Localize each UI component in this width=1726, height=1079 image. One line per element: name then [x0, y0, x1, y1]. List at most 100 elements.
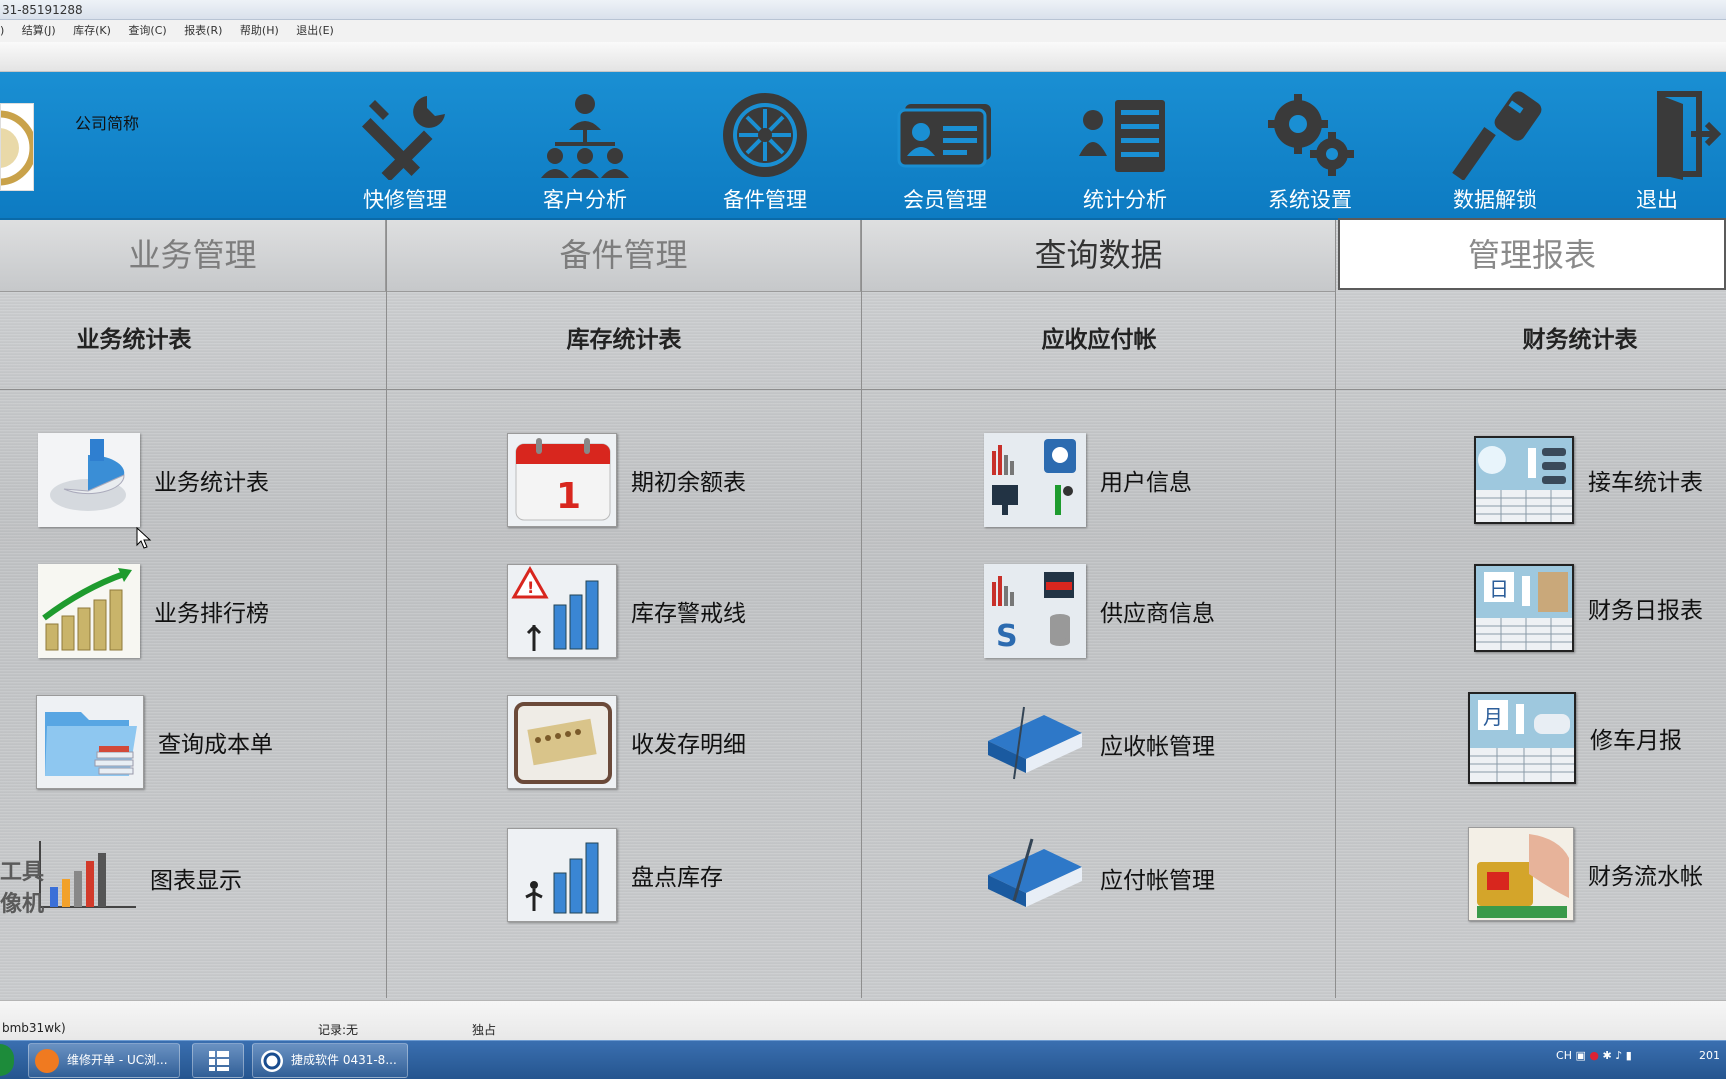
- menu-item-query[interactable]: 查询(C): [128, 20, 166, 42]
- report-item-label: 收发存明细: [631, 732, 746, 758]
- pie-chart-3d-icon: [38, 433, 140, 527]
- calendar-icon: 1: [507, 433, 617, 527]
- report-item-label: 盘点库存: [631, 865, 723, 891]
- tray-network-icon[interactable]: ▣: [1576, 1049, 1586, 1062]
- menu-item-fragment[interactable]: ): [0, 20, 4, 42]
- menu-item-reports[interactable]: 报表(R): [184, 20, 222, 42]
- warning-bars-icon: !: [507, 564, 617, 658]
- taskbar-item-label: 捷成软件 0431-8...: [291, 1053, 397, 1067]
- nav-data-unlock-button[interactable]: 数据解锁: [1430, 90, 1560, 212]
- svg-text:!: !: [527, 578, 534, 597]
- report-item-user-info[interactable]: 用户信息: [984, 432, 1192, 528]
- tab-parts-management[interactable]: 备件管理: [387, 220, 861, 292]
- nav-statistics-button[interactable]: 统计分析: [1060, 90, 1190, 212]
- window-title-bar: 31-85191288: [0, 0, 1726, 20]
- user-info-icon: [984, 433, 1086, 527]
- abacus-icon: [507, 695, 617, 789]
- status-bar: bmb31wk) 记录:无 独占: [0, 1000, 1726, 1040]
- report-item-label: 期初余额表: [631, 470, 746, 496]
- svg-text:S: S: [996, 619, 1018, 654]
- report-item-label: 财务流水帐: [1588, 864, 1703, 890]
- tray-clock[interactable]: 201: [1699, 1049, 1720, 1062]
- jiecheng-logo-icon: [261, 1050, 283, 1072]
- nav-exit-button[interactable]: 退出: [1612, 90, 1726, 212]
- bar-chart-icon: 工具 像机: [0, 831, 140, 925]
- folder-documents-icon: [36, 695, 144, 789]
- list-stats-icon: [1079, 100, 1165, 172]
- tab-query-data[interactable]: 查询数据: [862, 220, 1336, 292]
- report-item-label: 供应商信息: [1100, 601, 1215, 627]
- system-tray: CH ▣ ● ✱ ♪ ▮ 201: [1556, 1049, 1720, 1062]
- report-item-label: 查询成本单: [158, 732, 273, 758]
- report-item-supplier-info[interactable]: S 供应商信息: [984, 563, 1215, 659]
- report-item-stocktaking[interactable]: 盘点库存: [507, 827, 723, 923]
- mouse-cursor-icon: [136, 527, 152, 549]
- report-item-business-stats[interactable]: 业务统计表: [38, 432, 269, 528]
- report-item-label: 业务排行榜: [154, 601, 269, 627]
- report-item-car-reception[interactable]: 接车统计表: [1474, 432, 1703, 528]
- tab-business-management[interactable]: 业务管理: [0, 220, 386, 292]
- tray-shield-icon[interactable]: ●: [1589, 1049, 1599, 1062]
- grid-app-icon: [209, 1051, 229, 1071]
- status-record: 记录:无: [318, 1023, 359, 1037]
- nav-quick-repair-button[interactable]: 快修管理: [340, 90, 470, 212]
- report-item-label: 图表显示: [150, 868, 242, 894]
- report-item-finance-daily[interactable]: 日 财务日报表: [1474, 560, 1703, 656]
- taskbar-item-browser[interactable]: 维修开单 - UC浏...: [28, 1043, 180, 1078]
- nav-member-management-button[interactable]: 会员管理: [880, 90, 1010, 212]
- car-report-icon: [1474, 436, 1574, 524]
- status-database: bmb31wk): [2, 1021, 66, 1035]
- report-item-business-ranking[interactable]: 业务排行榜: [38, 563, 269, 659]
- company-short-name: 公司简称: [75, 114, 140, 133]
- key-icon: [1452, 91, 1542, 180]
- column-heading-finance: 财务统计表: [1522, 327, 1638, 353]
- watermark-text-2: 像机: [0, 891, 44, 917]
- tray-volume-icon[interactable]: ♪: [1615, 1049, 1622, 1062]
- menu-item-exit[interactable]: 退出(E): [296, 20, 334, 42]
- report-item-chart-display[interactable]: 工具 像机 图表显示: [0, 830, 242, 926]
- toolbar-strip: [0, 42, 1726, 72]
- report-item-label: 用户信息: [1100, 470, 1192, 496]
- report-item-receivables[interactable]: 应收帐管理: [984, 696, 1215, 792]
- blue-book-icon: [984, 697, 1086, 791]
- tray-language[interactable]: CH: [1556, 1049, 1572, 1062]
- nav-system-settings-button[interactable]: 系统设置: [1245, 90, 1375, 212]
- report-item-finance-journal[interactable]: 财务流水帐: [1468, 826, 1703, 922]
- nav-exit-label: 退出: [1636, 188, 1678, 212]
- report-item-repair-monthly[interactable]: 月 修车月报: [1468, 690, 1682, 786]
- nav-parts-management-button[interactable]: 备件管理: [700, 90, 830, 212]
- watermark-text-1: 工具: [0, 860, 44, 885]
- menu-item-help[interactable]: 帮助(H): [240, 20, 279, 42]
- nav-customer-analysis-button[interactable]: 客户分析: [520, 90, 650, 212]
- report-item-stock-warning[interactable]: ! 库存警戒线: [507, 563, 746, 659]
- report-item-cost-query[interactable]: 查询成本单: [36, 694, 273, 790]
- tray-bluetooth-icon[interactable]: ✱: [1603, 1049, 1612, 1062]
- org-chart-icon: [541, 94, 629, 178]
- report-item-stock-flow-detail[interactable]: 收发存明细: [507, 694, 746, 790]
- tray-icons: ▣ ● ✱ ♪ ▮: [1576, 1049, 1696, 1062]
- nav-parts-management-label: 备件管理: [723, 188, 807, 212]
- column-heading-receivables: 应收应付帐: [1041, 327, 1157, 353]
- menu-item-inventory[interactable]: 库存(K): [73, 20, 111, 42]
- report-item-label: 修车月报: [1590, 728, 1682, 754]
- taskbar-item-jiecheng-software[interactable]: 捷成软件 0431-8...: [252, 1043, 408, 1078]
- svg-text:1: 1: [556, 476, 581, 517]
- svg-text:月: 月: [1483, 705, 1503, 729]
- tray-signal-icon[interactable]: ▮: [1626, 1049, 1632, 1062]
- report-item-label: 应收帐管理: [1100, 734, 1215, 760]
- supplier-info-icon: S: [984, 564, 1086, 658]
- start-button[interactable]: [0, 1044, 14, 1076]
- gears-icon: [1268, 94, 1354, 176]
- taskbar-item-grid-app[interactable]: [192, 1043, 244, 1078]
- report-item-label: 接车统计表: [1588, 470, 1703, 496]
- nav-quick-repair-label: 快修管理: [363, 188, 447, 212]
- report-item-payables[interactable]: 应付帐管理: [984, 830, 1215, 926]
- monthly-report-icon: 月: [1468, 692, 1576, 784]
- report-item-label: 业务统计表: [154, 470, 269, 496]
- tab-management-reports[interactable]: 管理报表: [1338, 218, 1726, 290]
- company-logo: [0, 103, 34, 191]
- report-item-opening-balance[interactable]: 1 期初余额表: [507, 432, 746, 528]
- exit-door-icon: [1657, 91, 1722, 180]
- report-item-label: 应付帐管理: [1100, 868, 1215, 894]
- menu-item-checkout[interactable]: 结算(J): [22, 20, 56, 42]
